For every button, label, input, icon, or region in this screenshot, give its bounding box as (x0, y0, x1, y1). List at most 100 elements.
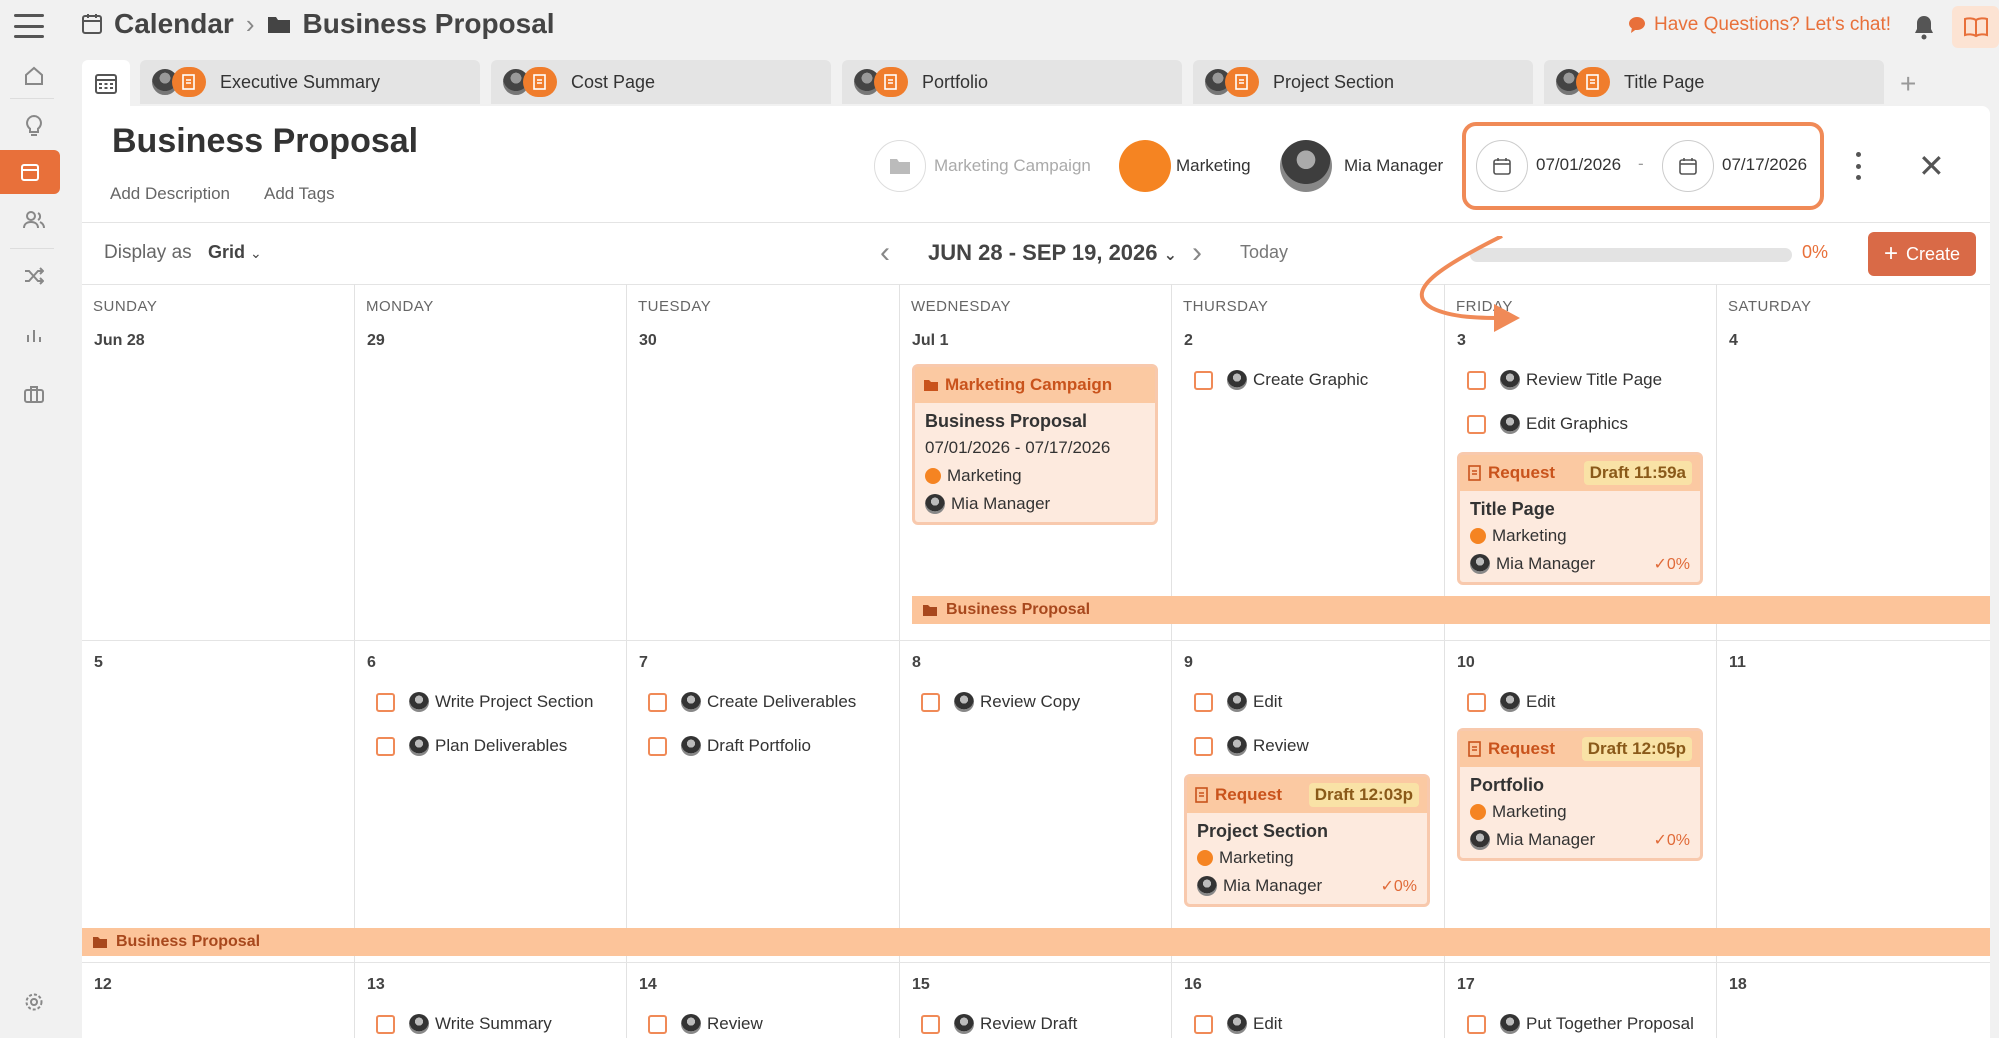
campaign-folder-icon[interactable] (874, 140, 926, 192)
request-card-project-section[interactable]: Request Draft 12:03p Project Section Mar… (1184, 774, 1430, 907)
project-panel: Business Proposal Add Description Add Ta… (82, 106, 1990, 1038)
campaign-card-team: Marketing (947, 466, 1022, 485)
next-range-icon[interactable]: › (1192, 236, 1202, 270)
task-item[interactable]: Edit (1194, 1014, 1282, 1034)
project-span-bar[interactable]: Business Proposal (912, 596, 1990, 624)
tab-label: Executive Summary (220, 71, 381, 92)
add-tab-icon[interactable]: + (1900, 68, 1916, 100)
task-item[interactable]: Review (648, 1014, 763, 1034)
breadcrumb-calendar[interactable]: Calendar (114, 8, 234, 40)
request-card-header: Request Draft 12:05p (1460, 731, 1700, 767)
span-bar-label: Business Proposal (946, 601, 1091, 618)
owner-label[interactable]: Mia Manager (1344, 156, 1443, 176)
task-checkbox[interactable] (1467, 692, 1486, 712)
date-number: 5 (94, 654, 103, 671)
calendar-tab[interactable] (82, 60, 130, 106)
task-checkbox[interactable] (1467, 370, 1486, 390)
task-checkbox[interactable] (648, 1014, 667, 1034)
task-checkbox[interactable] (921, 1014, 940, 1034)
task-checkbox[interactable] (648, 692, 667, 712)
task-checkbox[interactable] (376, 1014, 395, 1034)
request-badge-icon (1576, 67, 1610, 97)
task-checkbox[interactable] (1194, 736, 1213, 756)
task-item[interactable]: Draft Portfolio (648, 736, 811, 756)
users-icon[interactable] (8, 198, 60, 242)
task-item[interactable]: Put Together Proposal (1467, 1014, 1694, 1034)
menu-icon[interactable] (14, 14, 44, 38)
date-number: 29 (367, 332, 385, 349)
end-date-value[interactable]: 07/17/2026 (1722, 155, 1807, 175)
task-item[interactable]: Review Copy (921, 692, 1080, 712)
tab-portfolio[interactable]: Portfolio (842, 60, 1182, 104)
team-dot (1470, 528, 1486, 544)
task-checkbox[interactable] (648, 736, 667, 756)
task-item[interactable]: Plan Deliverables (376, 736, 567, 756)
task-checkbox[interactable] (376, 736, 395, 756)
calendar-icon (82, 14, 102, 34)
task-checkbox[interactable] (1194, 1014, 1213, 1034)
end-date-calendar-icon[interactable] (1662, 140, 1714, 192)
request-card-portfolio[interactable]: Request Draft 12:05p Portfolio Marketing… (1457, 728, 1703, 861)
task-item[interactable]: Edit (1467, 692, 1555, 712)
help-book-button[interactable] (1952, 6, 1999, 48)
task-item[interactable]: Create Deliverables (648, 692, 856, 712)
project-span-bar[interactable]: Business Proposal (82, 928, 1990, 956)
task-checkbox[interactable] (1194, 370, 1213, 390)
today-button[interactable]: Today (1240, 242, 1288, 263)
task-checkbox[interactable] (1194, 692, 1213, 712)
tab-project-section[interactable]: Project Section (1193, 60, 1533, 104)
task-item[interactable]: Edit Graphics (1467, 414, 1628, 434)
team-label[interactable]: Marketing (1176, 156, 1251, 176)
tab-cost-page[interactable]: Cost Page (491, 60, 831, 104)
previous-range-icon[interactable]: ‹ (880, 236, 890, 270)
more-options-icon[interactable] (1854, 152, 1862, 180)
lightbulb-icon[interactable] (8, 104, 60, 148)
start-date-calendar-icon[interactable] (1476, 140, 1528, 192)
home-icon[interactable] (8, 54, 60, 98)
tab-title-page[interactable]: Title Page (1544, 60, 1884, 104)
date-number: 10 (1457, 654, 1475, 671)
owner-avatar[interactable] (1280, 140, 1332, 192)
add-description-link[interactable]: Add Description (110, 184, 230, 204)
campaign-label[interactable]: Marketing Campaign (934, 156, 1091, 176)
task-label: Review Draft (980, 1014, 1078, 1033)
task-item[interactable]: Review Title Page (1467, 370, 1662, 390)
request-card-title-page[interactable]: Request Draft 11:59a Title Page Marketin… (1457, 452, 1703, 585)
date-range-highlight: 07/01/2026 - 07/17/2026 (1462, 122, 1824, 210)
calendar-nav-icon[interactable] (0, 150, 60, 194)
date-range-selector[interactable]: JUN 28 - SEP 19, 2026 ⌄ (928, 240, 1177, 266)
task-checkbox[interactable] (921, 692, 940, 712)
date-number: 11 (1729, 654, 1746, 671)
date-number: Jun 28 (94, 332, 145, 349)
avatar (1500, 692, 1520, 712)
bell-icon[interactable] (1912, 14, 1936, 40)
chat-link[interactable]: Have Questions? Let's chat! (1628, 14, 1891, 36)
task-item[interactable]: Review Draft (921, 1014, 1077, 1034)
book-icon (1963, 17, 1988, 38)
left-rail (0, 54, 60, 1038)
task-item[interactable]: Review (1194, 736, 1309, 756)
briefcase-icon[interactable] (8, 372, 60, 416)
request-card-header: Request Draft 11:59a (1460, 455, 1700, 491)
task-checkbox[interactable] (1467, 414, 1486, 434)
task-checkbox[interactable] (376, 692, 395, 712)
campaign-card[interactable]: Marketing Campaign Business Proposal 07/… (912, 364, 1158, 525)
task-checkbox[interactable] (1467, 1014, 1486, 1034)
task-item[interactable]: Write Summary (376, 1014, 552, 1034)
start-date-value[interactable]: 07/01/2026 (1536, 155, 1621, 175)
team-color-dot[interactable] (1119, 140, 1171, 192)
add-tags-link[interactable]: Add Tags (264, 184, 335, 204)
task-item[interactable]: Edit (1194, 692, 1282, 712)
task-item[interactable]: Create Graphic (1194, 370, 1368, 390)
task-item[interactable]: Write Project Section (376, 692, 593, 712)
date-range-label: JUN 28 - SEP 19, 2026 (928, 240, 1158, 265)
shuffle-icon[interactable] (8, 254, 60, 298)
view-select[interactable]: Grid ⌄ (208, 242, 262, 263)
create-button[interactable]: + Create (1868, 232, 1976, 276)
chart-icon[interactable] (8, 312, 60, 356)
close-icon[interactable]: ✕ (1918, 150, 1945, 182)
request-owner: Mia Manager (1223, 876, 1323, 895)
settings-gear-icon[interactable] (8, 980, 60, 1024)
avatar (409, 1014, 429, 1034)
tab-executive-summary[interactable]: Executive Summary (140, 60, 480, 104)
